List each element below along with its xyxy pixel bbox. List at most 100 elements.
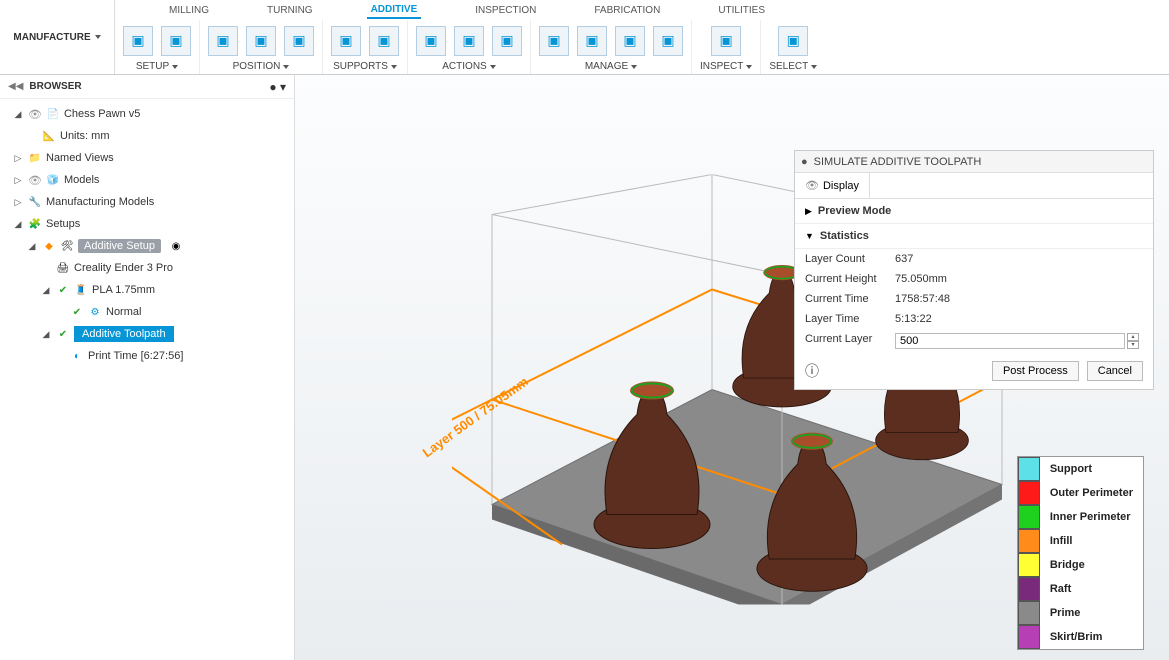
chevron-down-icon [95,35,101,39]
tool-group-manage: ▣ ▣ ▣ ▣ MANAGE [531,20,692,74]
support-block-icon[interactable]: ▣ [331,26,361,56]
clock-icon: ◐ [70,349,84,363]
legend-label: Prime [1040,607,1091,619]
browser-header[interactable]: ◀◀ BROWSER ● ▾ [0,75,294,99]
tool-group-label[interactable]: MANAGE [585,61,637,74]
gcode-icon[interactable]: ▣ [492,26,522,56]
tab-milling[interactable]: MILLING [165,3,213,18]
twisty-icon[interactable]: ◢ [40,285,52,296]
simulate-tabs: 👁 Display [795,173,1153,199]
legend-label: Outer Perimeter [1040,487,1143,499]
tool-group-inspect: ▣ INSPECT [692,20,761,74]
tool-strip: ▣▣SETUP▣▣▣POSITION▣▣SUPPORTS▣▣▣ACTIONS▣▣… [115,20,1169,74]
folder-open-icon[interactable]: ▣ [123,26,153,56]
tree-additive-setup[interactable]: ◢ ◆ 🛠 Additive Setup ◉ [0,235,294,257]
twisty-icon[interactable]: ◢ [12,219,24,230]
tab-fabrication[interactable]: FABRICATION [590,3,664,18]
twisty-icon[interactable]: ▷ [12,153,24,164]
legend-swatch [1018,601,1040,625]
legend-swatch [1018,625,1040,649]
ribbon: MANUFACTURE MILLING TURNING ADDITIVE INSPEC… [0,0,1169,75]
legend-swatch [1018,553,1040,577]
spin-up-icon[interactable]: ▴ [1127,333,1139,341]
tree-models[interactable]: ▷ 👁 🧊 Models [0,169,294,191]
viewport-3d[interactable]: Layer 500 / 75.05mm ⬆ ● SIMULATE ADDITIV… [295,75,1169,660]
tab-utilities[interactable]: UTILITIES [714,3,769,18]
twisty-icon[interactable]: ◢ [12,109,24,120]
tree-named-views[interactable]: ▷ 📁 Named Views [0,147,294,169]
tree-label: Additive Setup [78,239,161,253]
tab-turning[interactable]: TURNING [263,3,317,18]
timer-icon[interactable]: ▣ [539,26,569,56]
tab-display[interactable]: 👁 Display [795,173,870,198]
tab-additive[interactable]: ADDITIVE [367,2,422,19]
twisty-icon[interactable]: ▷ [12,197,24,208]
check-icon: ✔ [70,305,84,319]
support-pillar-icon[interactable]: ▣ [369,26,399,56]
twisty-icon[interactable]: ▷ [12,175,24,186]
section-statistics[interactable]: ▼ Statistics [795,224,1153,249]
ruler-icon[interactable]: ▣ [711,26,741,56]
tree-label: Named Views [46,152,114,164]
stat-key: Layer Time [805,313,895,325]
workspace-switcher[interactable]: MANUFACTURE [0,0,115,74]
marquee-icon[interactable]: ▣ [778,26,808,56]
tree-print-time[interactable]: ◐ Print Time [6:27:56] [0,345,294,367]
cancel-button[interactable]: Cancel [1087,361,1143,381]
stat-current-layer: Current Layer ▴▾ [795,329,1153,353]
tool-group-label[interactable]: POSITION [233,61,290,74]
tree-toolpath[interactable]: ◢ ✔ Additive Toolpath [0,323,294,345]
twisty-icon[interactable]: ◢ [26,241,38,252]
workspace-label: MANUFACTURE [13,32,90,43]
cube-sim-icon[interactable]: ▣ [454,26,484,56]
tool-group-label[interactable]: SETUP [136,61,178,74]
report-icon[interactable]: ▣ [653,26,683,56]
percent-icon[interactable]: ▣ [577,26,607,56]
models-icon: 🧊 [46,173,60,187]
legend-label: Infill [1040,535,1083,547]
tree-machine[interactable]: 🖨 Creality Ender 3 Pro [0,257,294,279]
move-icon[interactable]: ▣ [208,26,238,56]
eye-icon[interactable]: 👁 [28,174,42,187]
twisty-icon[interactable]: ◢ [40,329,52,340]
section-preview-mode[interactable]: ▶ Preview Mode [795,199,1153,224]
browser-tree: ◢ 👁 📄 Chess Pawn v5 📐 Units: mm ▷ 📁 Name… [0,99,294,371]
browser-options-icon[interactable]: ● ▾ [269,80,286,94]
tree-material[interactable]: ◢ ✔ 🧵 PLA 1.75mm [0,279,294,301]
tool-group-label[interactable]: INSPECT [700,61,752,74]
tree-setups[interactable]: ◢ 🧩 Setups [0,213,294,235]
grid-icon[interactable]: ▣ [246,26,276,56]
layers-icon[interactable]: ▣ [416,26,446,56]
new-setup-icon[interactable]: ▣ [161,26,191,56]
stat-key: Current Layer [805,333,895,349]
library-icon[interactable]: ▣ [615,26,645,56]
check-icon: ✔ [56,327,70,341]
tree-root[interactable]: ◢ 👁 📄 Chess Pawn v5 [0,103,294,125]
tool-group-label[interactable]: ACTIONS [442,61,495,74]
tree-preset[interactable]: ✔ ⚙ Normal [0,301,294,323]
legend-row: Bridge [1018,553,1143,577]
collapse-icon[interactable]: ◀◀ [8,81,23,92]
tool-group-label[interactable]: SELECT [769,61,817,74]
spin-down-icon[interactable]: ▾ [1127,341,1139,349]
current-layer-input[interactable] [895,333,1125,349]
radio-icon[interactable]: ◉ [169,239,183,253]
eye-icon[interactable]: 👁 [28,108,42,121]
tree-units[interactable]: 📐 Units: mm [0,125,294,147]
legend-row: Skirt/Brim [1018,625,1143,649]
info-icon[interactable]: ⓘ [805,361,819,381]
tool-group-label[interactable]: SUPPORTS [333,61,397,74]
panel-title-text: SIMULATE ADDITIVE TOOLPATH [814,156,982,168]
legend-row: Support [1018,457,1143,481]
stat-key: Layer Count [805,253,895,265]
tool-group-select: ▣ SELECT [761,20,825,74]
ribbon-tabs: MILLING TURNING ADDITIVE INSPECTION FABRICAT… [115,0,1169,74]
section-label: Preview Mode [818,205,891,217]
tree-mfg-models[interactable]: ▷ 🔧 Manufacturing Models [0,191,294,213]
pin-icon[interactable]: ▣ [284,26,314,56]
tab-inspection[interactable]: INSPECTION [471,3,540,18]
post-process-button[interactable]: Post Process [992,361,1079,381]
layer-spinner[interactable]: ▴▾ [1127,333,1139,349]
twisty-right-icon: ▶ [805,206,812,217]
stat-layer-time: Layer Time 5:13:22 [795,309,1153,329]
